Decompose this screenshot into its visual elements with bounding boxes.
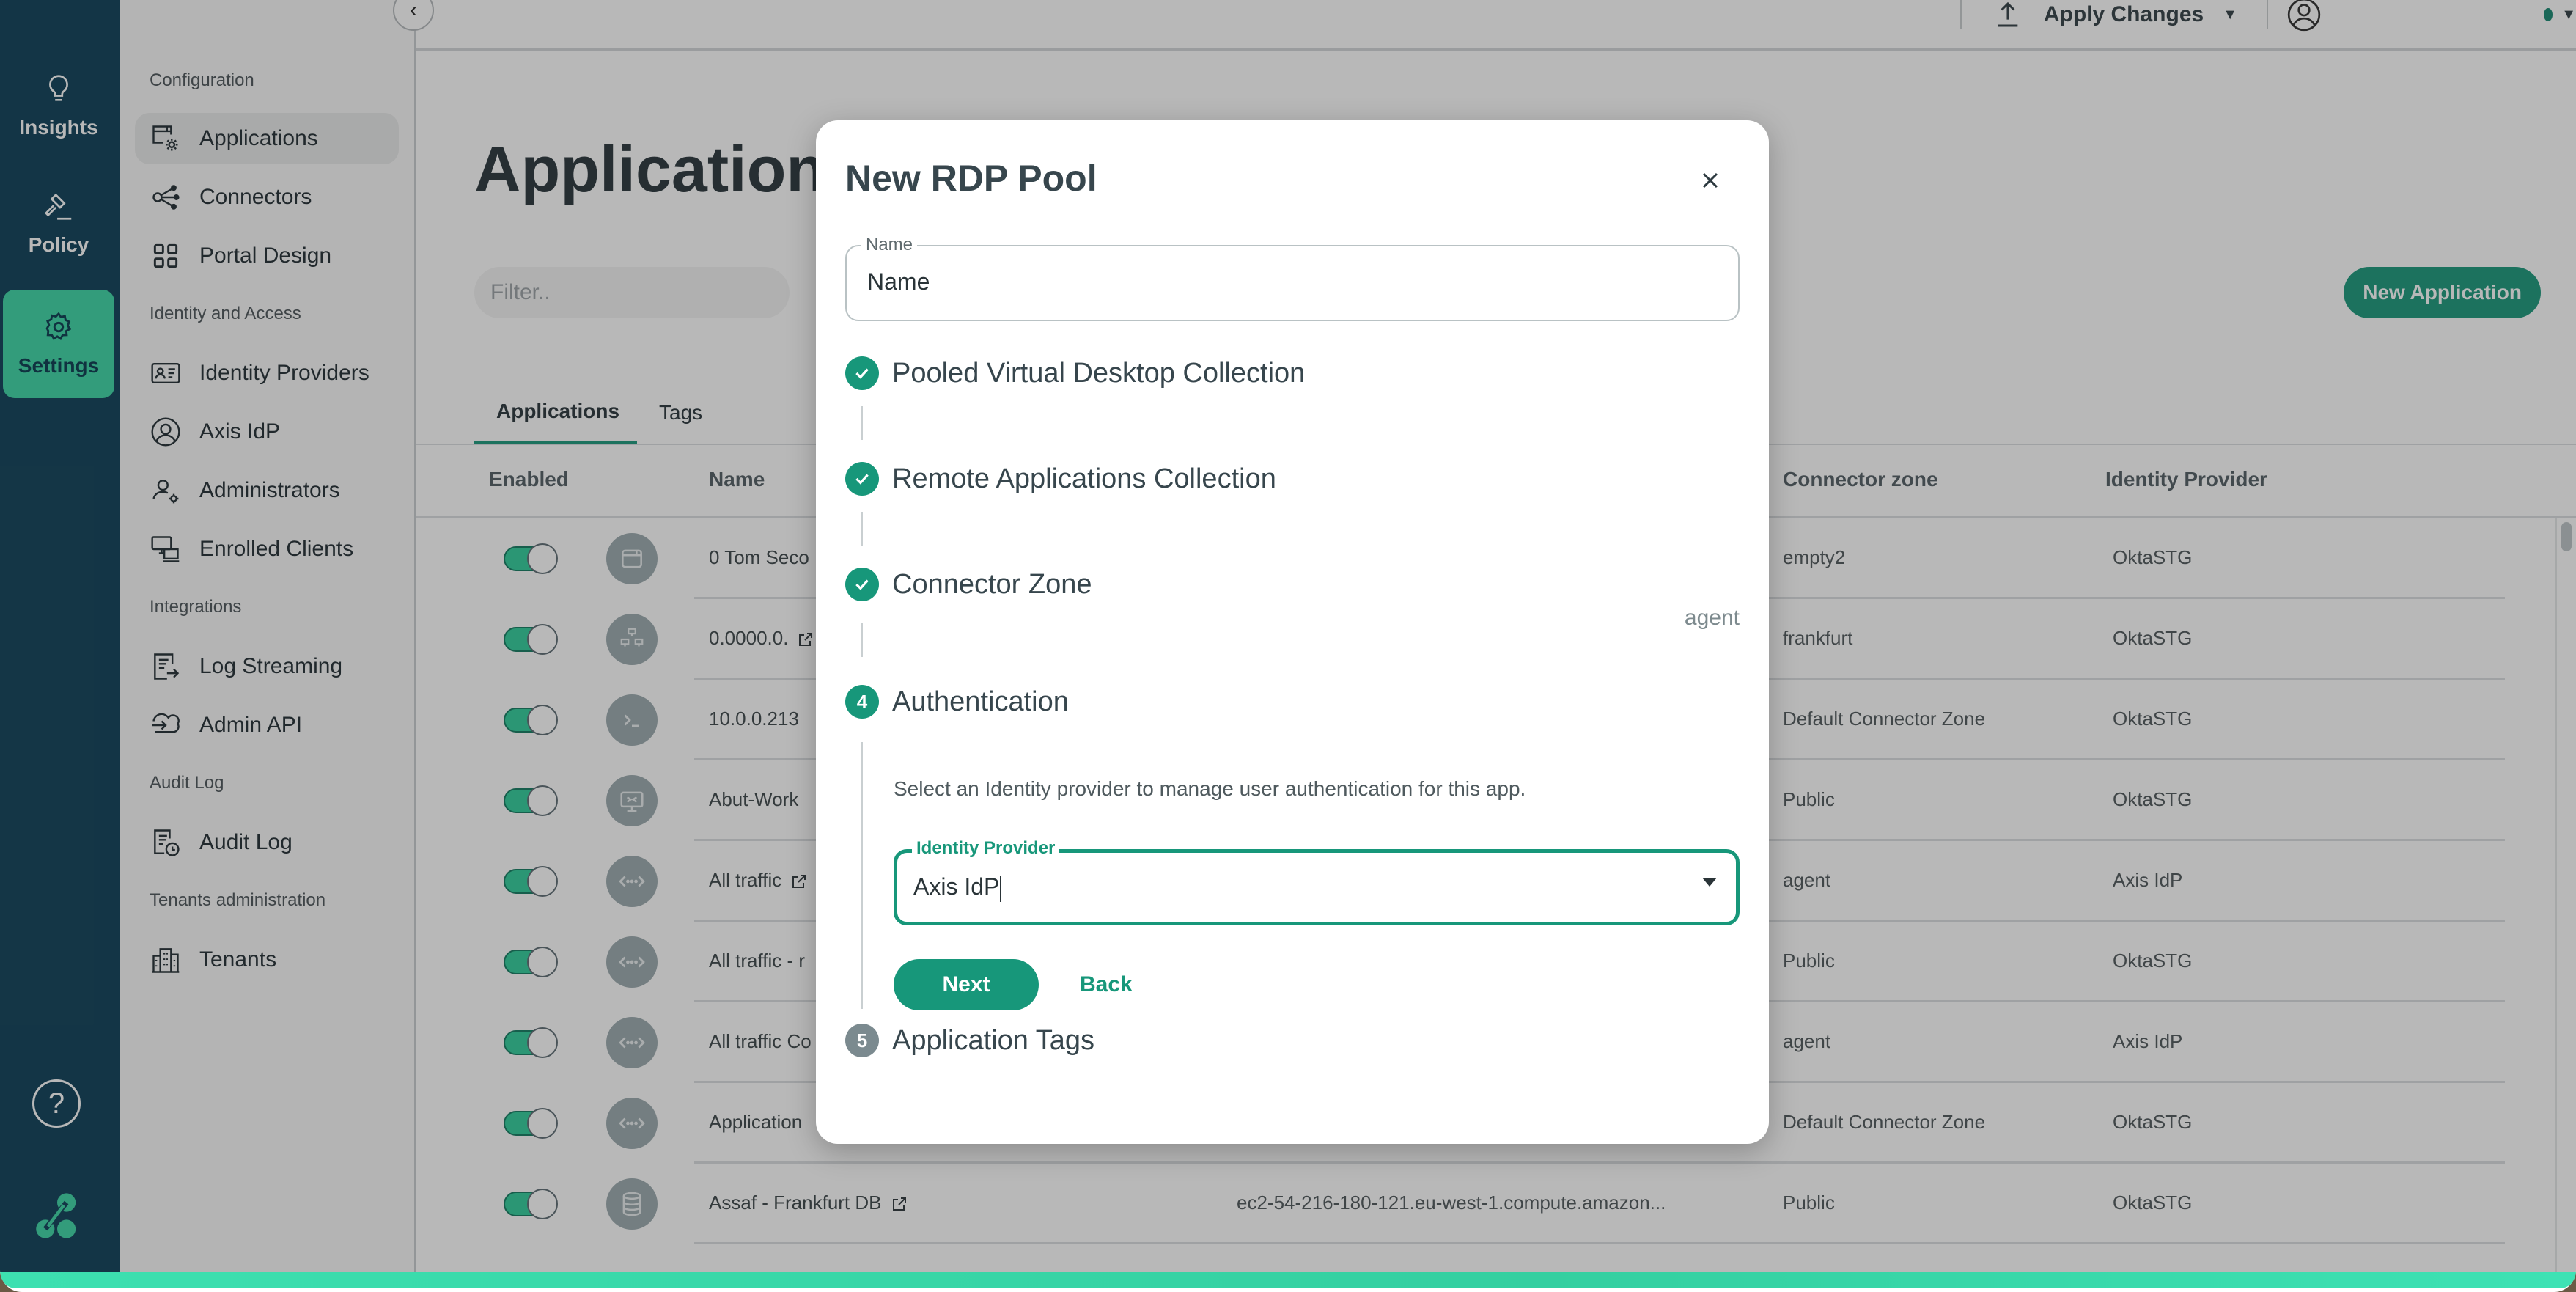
step-label: Application Tags <box>892 1024 1095 1056</box>
step-connector <box>861 623 863 657</box>
step-label: Remote Applications Collection <box>892 463 1276 494</box>
identity-provider-select[interactable]: Identity Provider Axis IdP <box>894 838 1740 925</box>
new-rdp-pool-dialog: New RDP Pool Name Pooled Virtual Desktop… <box>816 120 1769 1144</box>
step-complete-badge <box>845 462 879 496</box>
step-label: Connector Zone <box>892 568 1092 600</box>
step-number-badge: 5 <box>845 1024 879 1057</box>
step-pooled-virtual-desktop-collection[interactable]: Pooled Virtual Desktop Collection <box>845 356 1305 390</box>
check-icon <box>855 474 869 485</box>
app-window: Insights Policy Settings ? Configuration… <box>0 0 2576 1292</box>
step-connector-zone[interactable]: Connector Zone <box>845 568 1092 601</box>
step-label: Pooled Virtual Desktop Collection <box>892 357 1306 389</box>
close-icon <box>1702 172 1718 188</box>
back-button[interactable]: Back <box>1065 959 1147 1010</box>
step-connector <box>861 742 863 1009</box>
step-complete-badge <box>845 356 879 390</box>
identity-provider-label: Identity Provider <box>912 838 1060 859</box>
check-icon <box>855 579 869 590</box>
bottom-accent-bar <box>0 1272 2576 1288</box>
step-summary: agent <box>1684 606 1740 630</box>
dialog-title: New RDP Pool <box>845 158 1097 199</box>
step-label: Authentication <box>892 686 1069 717</box>
close-button[interactable] <box>1696 166 1725 195</box>
identity-provider-value[interactable]: Axis IdP <box>913 873 1001 902</box>
name-field[interactable]: Name <box>845 235 1740 321</box>
step-application-tags[interactable]: 5 Application Tags <box>845 1024 1094 1057</box>
step-complete-badge <box>845 568 879 601</box>
step-connector <box>861 406 863 440</box>
step-remote-applications-collection[interactable]: Remote Applications Collection <box>845 462 1276 496</box>
authentication-description: Select an Identity provider to manage us… <box>894 777 1526 800</box>
step-connector <box>861 512 863 546</box>
dropdown-arrow-icon[interactable] <box>1702 878 1717 887</box>
name-field-label: Name <box>861 235 918 255</box>
check-icon <box>855 368 869 379</box>
step-authentication[interactable]: 4 Authentication <box>845 685 1069 719</box>
name-input[interactable] <box>867 268 1710 296</box>
next-button[interactable]: Next <box>894 959 1039 1010</box>
step-number-badge: 4 <box>845 685 879 719</box>
